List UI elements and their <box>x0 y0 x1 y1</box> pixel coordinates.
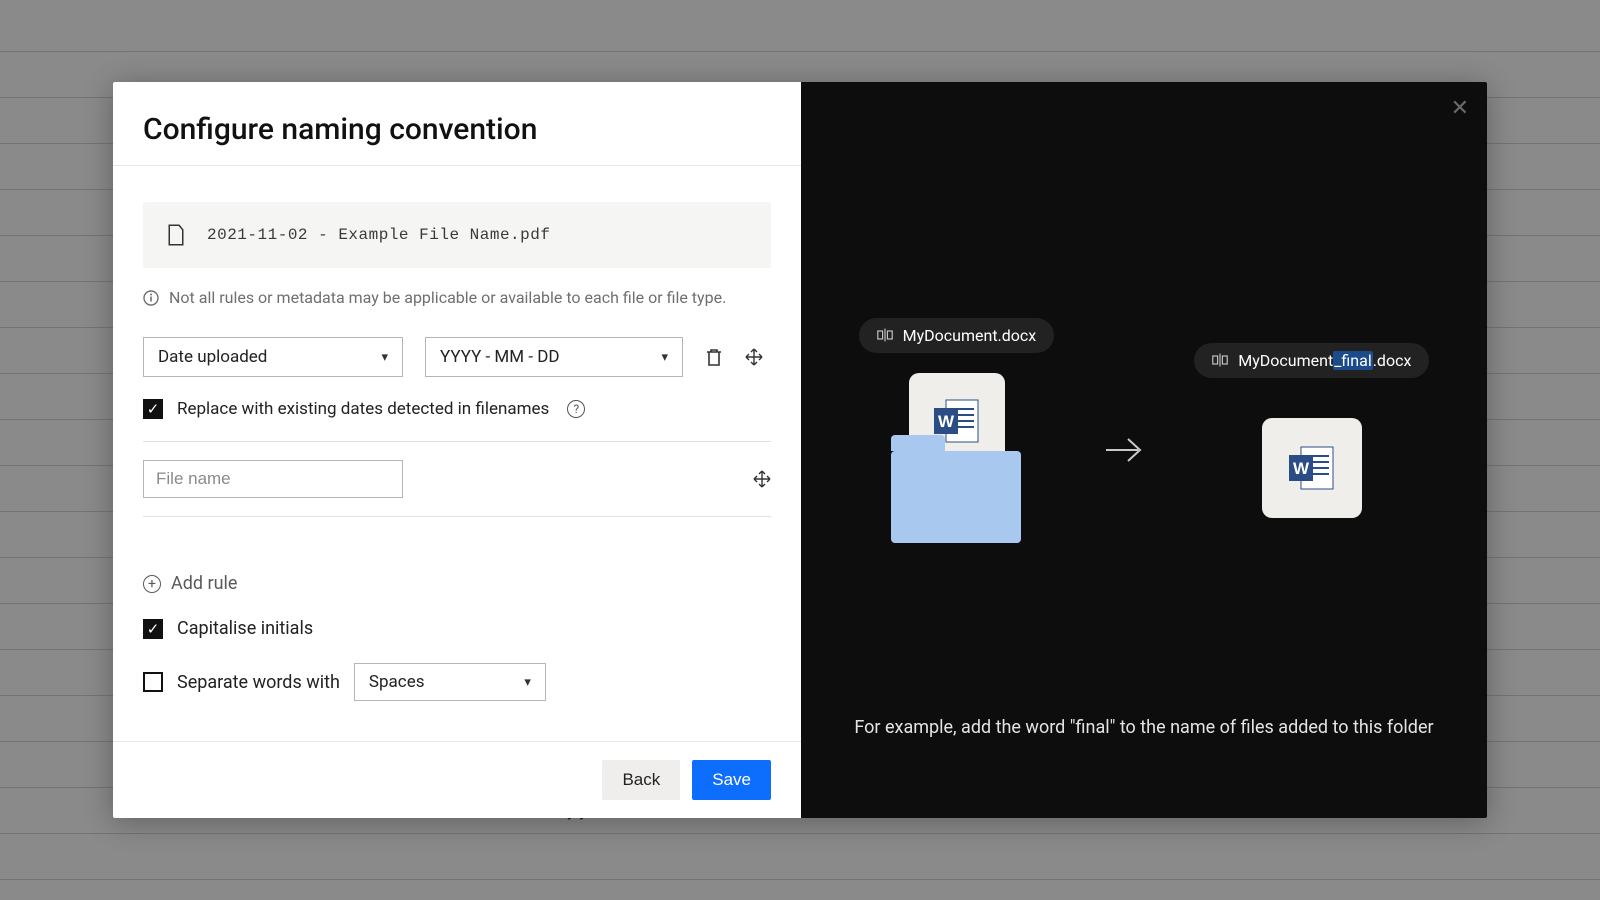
folder-icon <box>891 435 945 451</box>
svg-text:W: W <box>938 412 955 431</box>
rename-icon <box>1212 353 1228 367</box>
back-button[interactable]: Back <box>602 760 680 800</box>
capitalise-checkbox[interactable]: ✓ <box>143 619 163 639</box>
drag-handle-icon[interactable] <box>753 470 771 488</box>
file-icon <box>167 224 185 246</box>
add-rule-button[interactable]: + Add rule <box>143 573 771 594</box>
capitalise-label: Capitalise initials <box>177 618 313 639</box>
replace-dates-label: Replace with existing dates detected in … <box>177 399 549 419</box>
rule-field-select[interactable]: Date uploaded ▾ <box>143 337 403 377</box>
info-note: Not all rules or metadata may be applica… <box>169 288 726 307</box>
chevron-down-icon: ▾ <box>661 350 668 365</box>
separator-select[interactable]: Spaces ▾ <box>354 663 546 701</box>
close-icon[interactable]: ✕ <box>1451 96 1469 121</box>
arrow-right-icon <box>1104 435 1144 465</box>
rename-illustration: MyDocument.docx W MyDocument_final. <box>859 318 1430 543</box>
rule-row-filename <box>143 460 771 517</box>
separate-words-checkbox[interactable] <box>143 672 163 692</box>
date-format-select[interactable]: YYYY - MM - DD ▾ <box>425 337 683 377</box>
save-button[interactable]: Save <box>692 760 771 800</box>
chevron-down-icon: ▾ <box>524 675 531 690</box>
folder-icon <box>891 451 1021 543</box>
chevron-down-icon: ▾ <box>381 350 388 365</box>
modal-title: Configure naming convention <box>143 112 771 147</box>
info-icon <box>143 290 159 306</box>
filename-preview: 2021-11-02 - Example File Name.pdf <box>143 202 771 268</box>
replace-dates-checkbox[interactable]: ✓ <box>143 399 163 419</box>
before-filename-pill: MyDocument.docx <box>859 318 1055 353</box>
separate-words-label: Separate words with <box>177 672 340 693</box>
after-filename-pill: MyDocument_final.docx <box>1194 343 1429 378</box>
rename-icon <box>877 328 893 342</box>
delete-rule-button[interactable] <box>705 347 723 367</box>
filename-input[interactable] <box>143 460 403 498</box>
rule-row-date: Date uploaded ▾ YYYY - MM - DD ▾ <box>143 337 771 377</box>
illustration-caption: For example, add the word "final" to the… <box>801 717 1487 738</box>
plus-circle-icon: + <box>143 575 161 593</box>
modal-left-pane: Configure naming convention 2021-11-02 -… <box>113 82 801 818</box>
drag-handle-icon[interactable] <box>745 348 763 366</box>
help-icon[interactable]: ? <box>567 400 585 418</box>
svg-text:W: W <box>1293 459 1310 478</box>
word-file-icon: W <box>1262 418 1362 518</box>
preview-filename: 2021-11-02 - Example File Name.pdf <box>207 226 550 244</box>
naming-convention-modal: Configure naming convention 2021-11-02 -… <box>113 82 1487 818</box>
modal-right-pane: ✕ MyDocument.docx W <box>801 82 1487 818</box>
